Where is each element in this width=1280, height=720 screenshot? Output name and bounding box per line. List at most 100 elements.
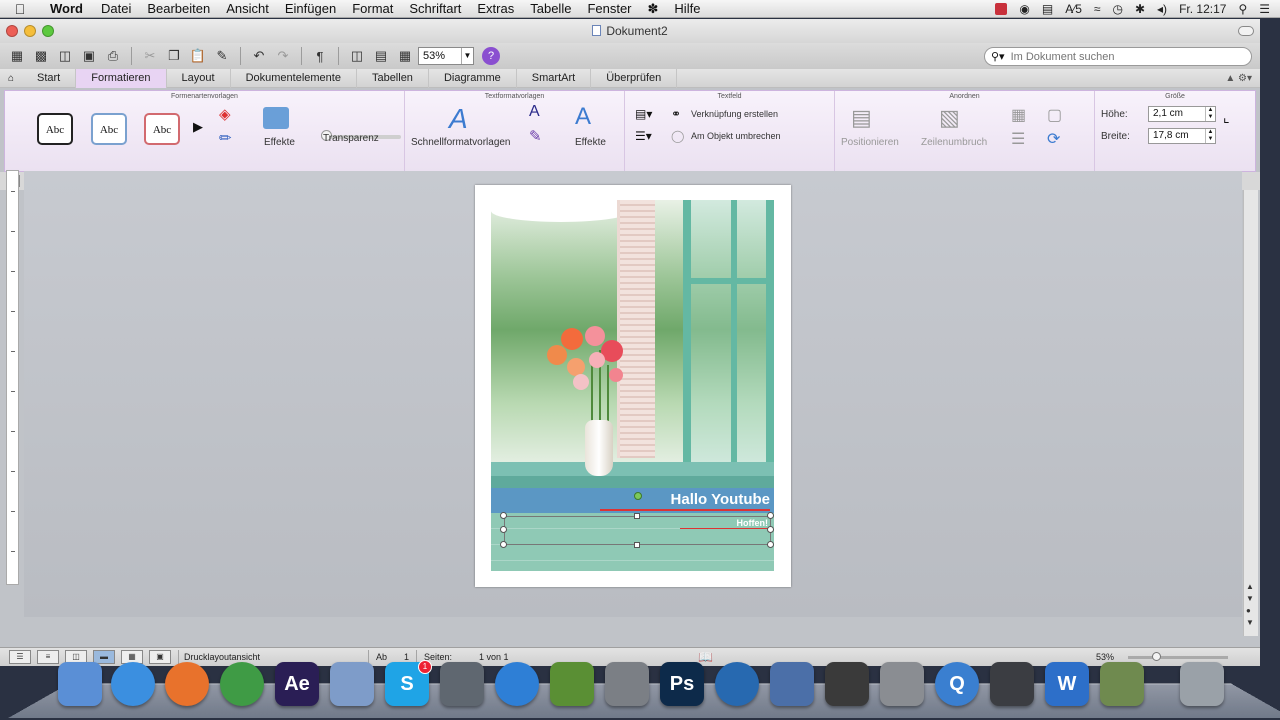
resize-handle[interactable] <box>767 512 774 519</box>
search-icon[interactable]: ⚲▾ <box>991 50 1005 63</box>
create-link-label[interactable]: Verknüpfung erstellen <box>691 109 778 119</box>
close-button[interactable] <box>6 25 18 37</box>
selected-textbox[interactable] <box>504 516 771 545</box>
apple-icon[interactable]:  <box>0 1 40 17</box>
text-effects-label[interactable]: Effekte <box>575 137 606 148</box>
dock-chrome-icon[interactable] <box>220 662 264 706</box>
position-icon[interactable]: ▤ <box>851 105 872 131</box>
paragraph-icon[interactable]: ¶ <box>309 46 331 66</box>
vertical-scrollbar[interactable]: ▲ ▼ ● ▼ <box>1243 190 1258 636</box>
browse-object-icon[interactable]: ● <box>1246 606 1251 615</box>
resize-handle[interactable] <box>500 541 507 548</box>
resize-handle[interactable] <box>634 542 640 548</box>
resize-handle[interactable] <box>500 512 507 519</box>
resize-handle[interactable] <box>634 513 640 519</box>
dock-after-effects-icon[interactable]: Ae <box>275 662 319 706</box>
spotlight-icon[interactable]: ⚲ <box>1238 2 1247 16</box>
fill-color-icon[interactable]: ◈ <box>219 105 231 123</box>
paste-icon[interactable]: 📋 <box>187 46 209 66</box>
toolbar-toggle-button[interactable] <box>1238 26 1254 36</box>
scroll-down-icon[interactable]: ▼ <box>1246 594 1254 603</box>
save-icon[interactable]: ▣ <box>78 46 100 66</box>
align-icon[interactable]: ☰ <box>1011 129 1025 149</box>
dock-word-icon[interactable]: W <box>1045 662 1089 706</box>
text-fill-icon[interactable]: A <box>529 103 540 121</box>
line-wrap-label[interactable]: Zeilenumbruch <box>921 137 987 148</box>
minimize-button[interactable] <box>24 25 36 37</box>
text-align-icon[interactable]: ☰▾ <box>635 129 652 143</box>
vertical-ruler[interactable] <box>6 170 19 585</box>
dock-system-preferences-icon[interactable] <box>880 662 924 706</box>
dock-trash-icon[interactable] <box>1180 662 1224 706</box>
effects-icon[interactable] <box>263 107 289 129</box>
banner-title[interactable]: Hallo Youtube <box>600 491 770 511</box>
dock-preview-icon[interactable] <box>330 662 374 706</box>
lock-ratio-icon[interactable]: ⌞ <box>1223 109 1230 126</box>
dock-minecraft-icon[interactable] <box>550 662 594 706</box>
text-direction-icon[interactable]: ▤▾ <box>635 107 652 121</box>
text-line-icon[interactable]: ✎ <box>529 127 542 145</box>
zoom-select[interactable]: 53% ▼ <box>418 47 474 65</box>
scroll-down-icon[interactable]: ▼ <box>1246 618 1254 627</box>
tab-formatieren[interactable]: Formatieren <box>76 68 167 88</box>
dock-steam-icon[interactable] <box>990 662 1034 706</box>
dock-script-editor-icon[interactable] <box>1100 662 1144 706</box>
menu-fenster[interactable]: Fenster <box>579 1 639 16</box>
zoom-button[interactable] <box>42 25 54 37</box>
quick-styles-icon[interactable]: A <box>449 103 468 135</box>
menu-datei[interactable]: Datei <box>93 1 139 16</box>
tab-diagramme[interactable]: Diagramme <box>429 68 517 88</box>
dock-photoshop-icon[interactable]: Ps <box>660 662 704 706</box>
help-icon[interactable]: ? <box>482 47 500 65</box>
dock-finder-icon[interactable] <box>58 662 102 706</box>
skype-status-icon[interactable]: ◉ <box>1019 2 1029 16</box>
print-icon[interactable]: ⎙ <box>102 46 124 66</box>
script-icon[interactable]: ✽ <box>640 1 667 17</box>
quick-styles-label[interactable]: Schnellformatvorlagen <box>411 137 511 148</box>
stepper-icon[interactable]: ▲ ▼ <box>1205 107 1215 121</box>
menu-tabelle[interactable]: Tabelle <box>522 1 579 16</box>
record-icon[interactable] <box>995 3 1008 15</box>
more-styles-icon[interactable]: ▶ <box>193 119 203 135</box>
notification-icon[interactable]: ☰ <box>1259 2 1270 16</box>
tab-tabellen[interactable]: Tabellen <box>357 68 429 88</box>
dock-quicktime-icon[interactable]: Q <box>935 662 979 706</box>
home-icon[interactable]: ⌂ <box>8 69 14 88</box>
line-wrap-icon[interactable]: ▧ <box>939 105 960 131</box>
menu-einfuegen[interactable]: Einfügen <box>277 1 344 16</box>
scroll-up-icon[interactable]: ▲ <box>1246 582 1254 591</box>
copy-icon[interactable]: ❐ <box>163 46 185 66</box>
tab-layout[interactable]: Layout <box>167 68 231 88</box>
time-machine-icon[interactable]: ◷ <box>1112 2 1122 16</box>
bluetooth-icon[interactable]: ▤ <box>1042 2 1053 16</box>
shape-style-blue[interactable]: Abc <box>91 113 127 145</box>
dock-network-icon[interactable] <box>715 662 759 706</box>
stepper-icon[interactable]: ▲ ▼ <box>1205 129 1215 143</box>
resize-handle[interactable] <box>767 526 774 533</box>
group-icon[interactable]: ▢ <box>1047 105 1062 125</box>
text-effects-icon[interactable]: A <box>575 103 591 131</box>
menu-ansicht[interactable]: Ansicht <box>218 1 277 16</box>
menu-app-name[interactable]: Word <box>40 1 93 16</box>
link-icon[interactable]: ⚭ <box>671 107 681 121</box>
format-painter-icon[interactable]: ✎ <box>211 46 233 66</box>
rotate-icon[interactable]: ⟳ <box>1047 129 1060 149</box>
tab-dokumentelemente[interactable]: Dokumentelemente <box>231 68 357 88</box>
dock-firefox-icon[interactable] <box>165 662 209 706</box>
sidebar-icon[interactable]: ◫ <box>346 46 368 66</box>
ribbon-options-icon[interactable]: ▲ ⚙▾ <box>1225 69 1252 88</box>
cut-icon[interactable]: ✂ <box>139 46 161 66</box>
dock-safari-icon[interactable] <box>111 662 155 706</box>
wifi-icon[interactable]: ≈ <box>1094 2 1101 16</box>
tab-smartart[interactable]: SmartArt <box>517 68 592 88</box>
height-input[interactable]: 2,1 cm ▲ ▼ <box>1148 106 1216 122</box>
menu-bearbeiten[interactable]: Bearbeiten <box>139 1 218 16</box>
line-color-icon[interactable]: ✏ <box>219 129 232 147</box>
dock-image-capture-icon[interactable] <box>605 662 649 706</box>
menu-hilfe[interactable]: Hilfe <box>666 1 708 16</box>
media-browser-icon[interactable]: ▦ <box>394 46 416 66</box>
new-document-icon[interactable]: ▦ <box>6 46 28 66</box>
width-input[interactable]: 17,8 cm ▲ ▼ <box>1148 128 1216 144</box>
menu-format[interactable]: Format <box>344 1 401 16</box>
break-link-icon[interactable]: ◯ <box>671 129 684 143</box>
